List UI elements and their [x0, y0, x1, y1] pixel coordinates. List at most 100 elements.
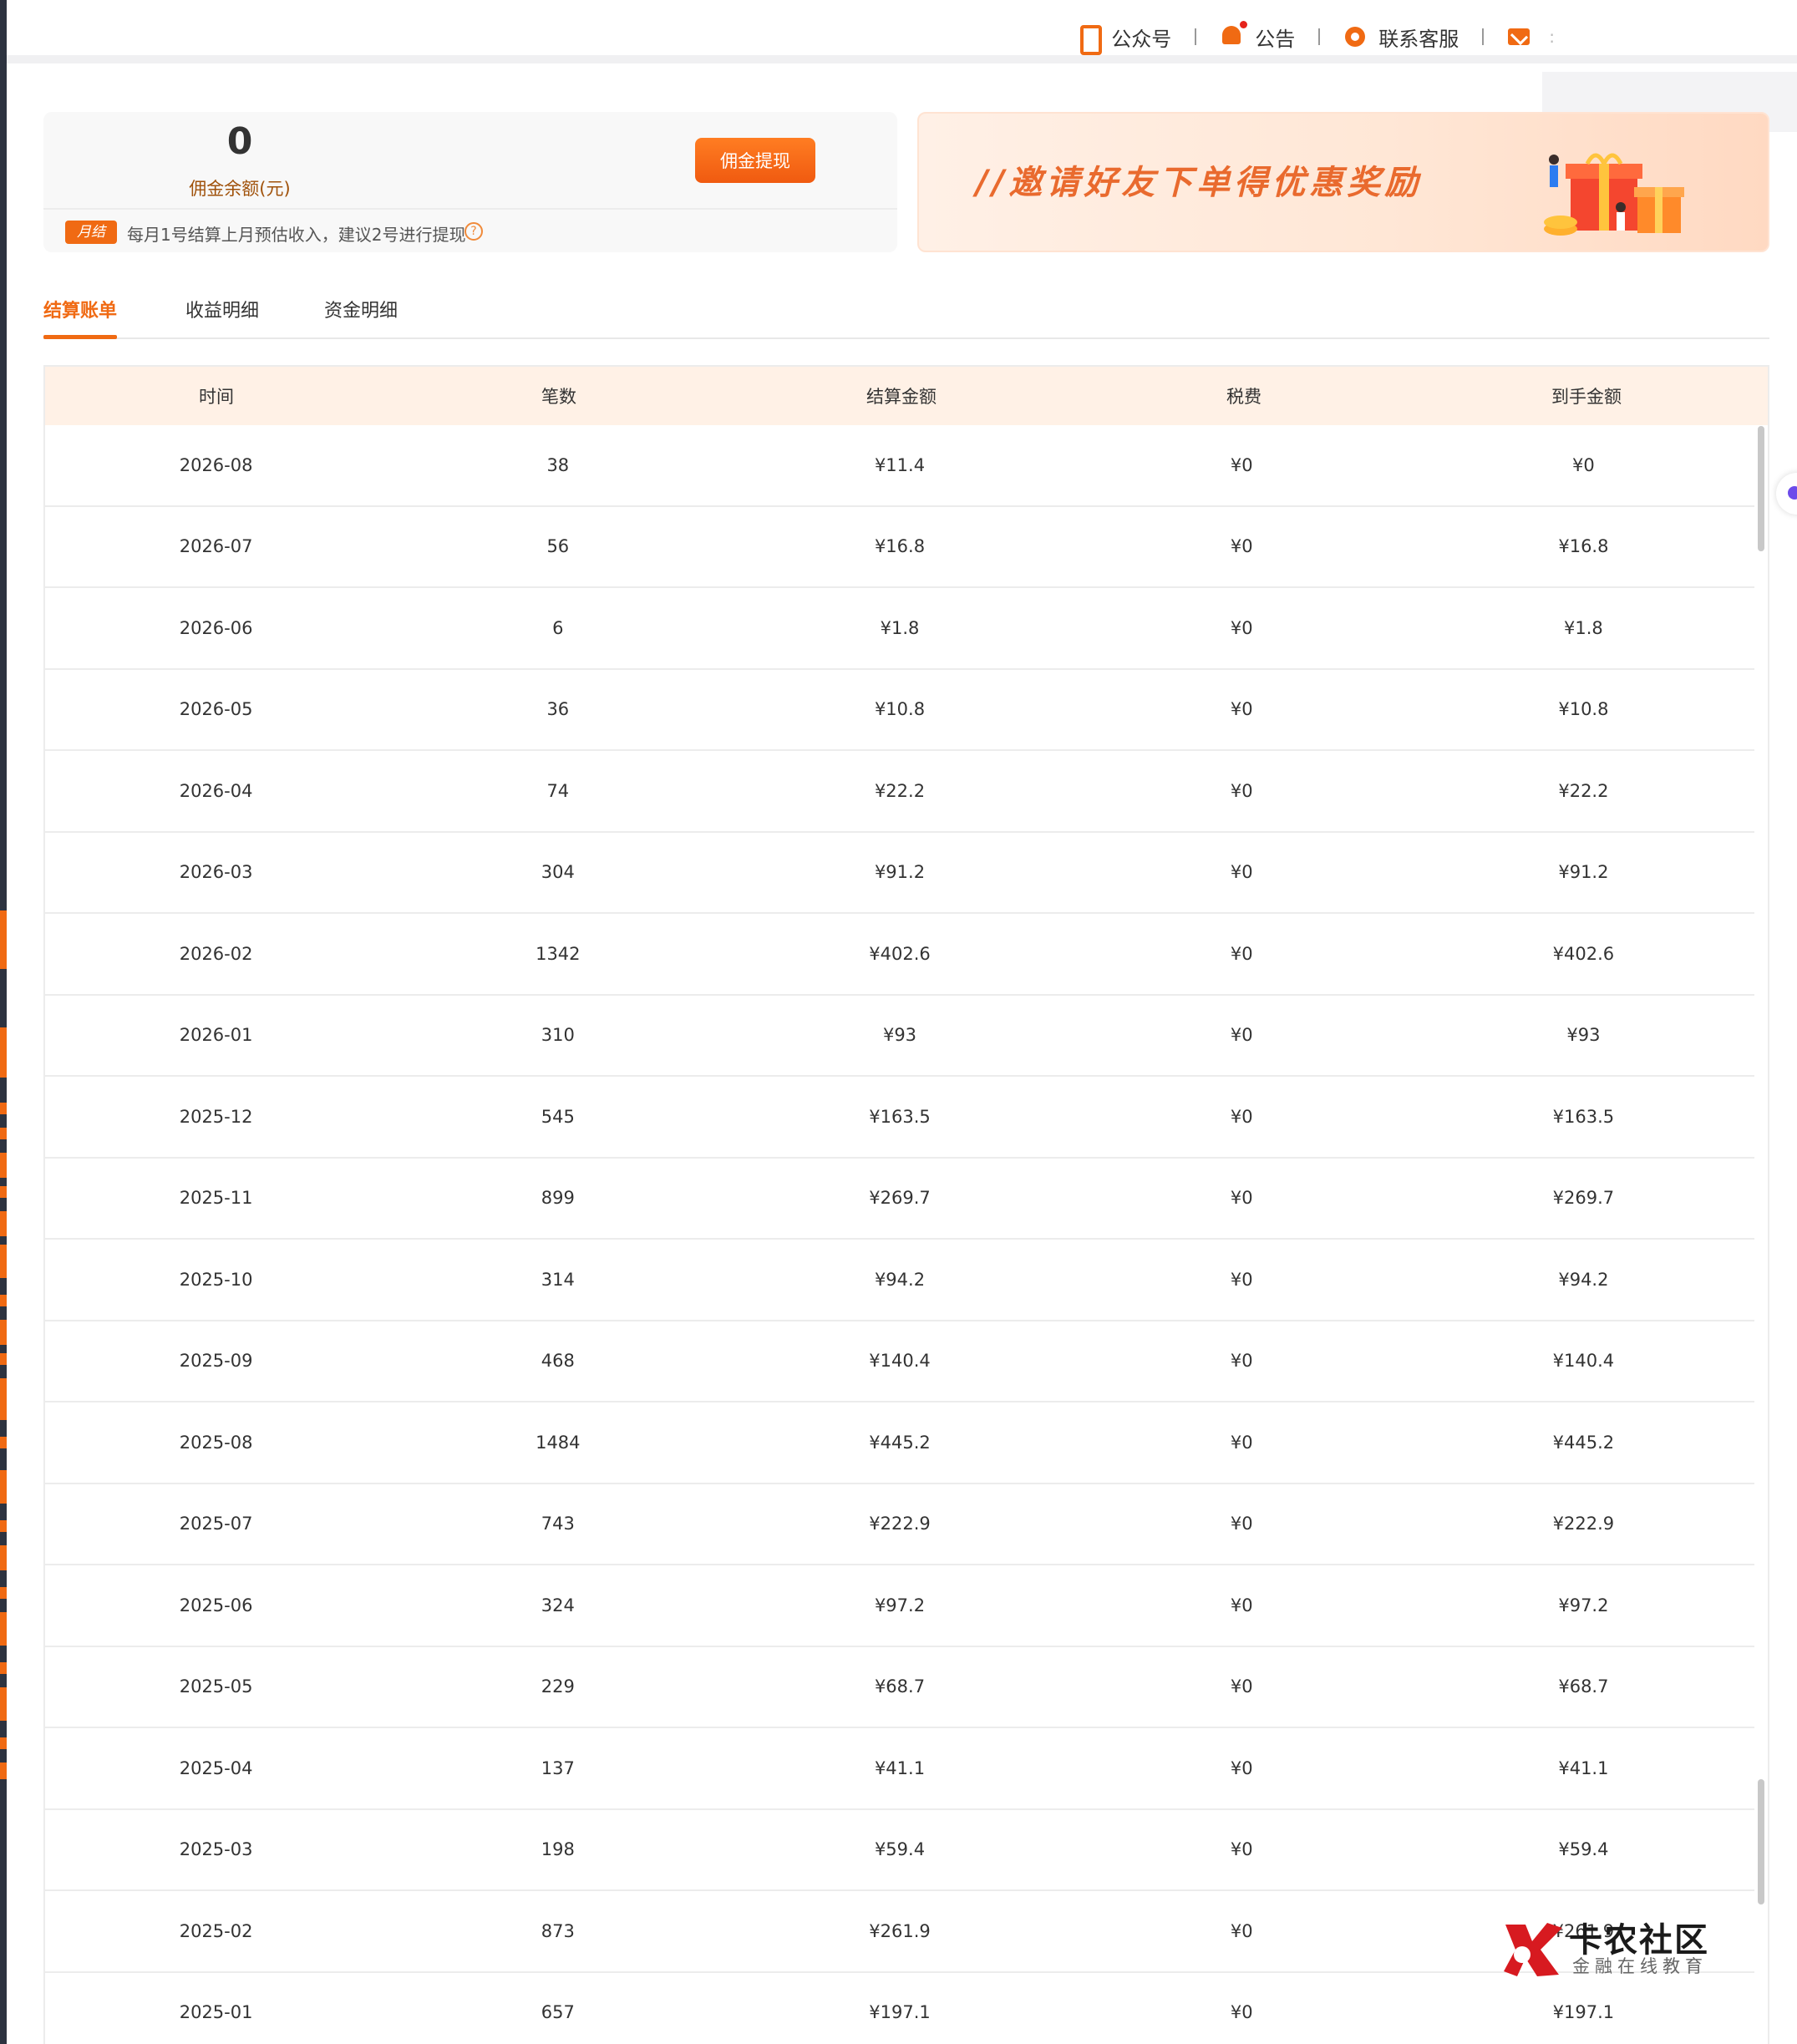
- header-tax: 税费: [1226, 387, 1261, 407]
- cell-time: 2025-04: [179, 1757, 253, 1778]
- gift-illustration-icon: [1544, 153, 1684, 236]
- table-row: 2025-08 1484 ¥445.2 ¥0 ¥445.2: [45, 1402, 1754, 1484]
- cell-count: 1484: [536, 1432, 581, 1453]
- monthly-settlement-tag: 月结: [65, 221, 117, 244]
- nav-customer-service[interactable]: 联系客服: [1343, 23, 1459, 52]
- cell-net-amount: ¥1.8: [1564, 617, 1603, 638]
- cell-time: 2025-09: [179, 1351, 253, 1372]
- cell-time: 2025-05: [179, 1676, 253, 1697]
- cell-tax: ¥0: [1230, 1920, 1253, 1941]
- cell-tax: ¥0: [1230, 699, 1253, 720]
- card-divider: [43, 208, 897, 210]
- tab-earnings-detail[interactable]: 收益明细: [185, 296, 259, 337]
- nav-official-account-label: 公众号: [1111, 27, 1172, 51]
- floating-assistant-icon[interactable]: [1776, 473, 1797, 515]
- cell-time: 2026-07: [179, 536, 253, 557]
- watermark-logo: 卡农社区 金融在线教育: [1500, 1913, 1718, 1980]
- cell-count: 310: [541, 1025, 575, 1046]
- bell-icon: [1220, 21, 1248, 49]
- phone-icon: [1076, 24, 1103, 55]
- cell-net-amount: ¥445.2: [1552, 1432, 1615, 1453]
- cell-net-amount: ¥91.2: [1558, 862, 1609, 883]
- tab-bar: 结算账单 收益明细 资金明细: [43, 292, 1769, 339]
- cell-tax: ¥0: [1230, 1595, 1253, 1615]
- cell-count: 314: [541, 1269, 575, 1290]
- table-row: 2026-07 56 ¥16.8 ¥0 ¥16.8: [45, 507, 1754, 588]
- top-bar: 公众号 公告 联系客服 :: [7, 0, 1797, 63]
- table-row: 2026-03 304 ¥91.2 ¥0 ¥91.2: [45, 833, 1754, 914]
- scrollbar-thumb[interactable]: [1758, 426, 1764, 551]
- cell-time: 2025-07: [179, 1514, 253, 1534]
- cell-net-amount: ¥94.2: [1558, 1269, 1609, 1290]
- cell-net-amount: ¥97.2: [1558, 1595, 1609, 1615]
- nav-trailing: :: [1549, 27, 1555, 47]
- table-row: 2025-05 229 ¥68.7 ¥0 ¥68.7: [45, 1647, 1754, 1728]
- cell-tax: ¥0: [1230, 1676, 1253, 1697]
- nav-customer-service-label: 联系客服: [1378, 27, 1459, 51]
- tab-funds-detail[interactable]: 资金明细: [324, 296, 398, 337]
- cell-time: 2025-02: [179, 1920, 253, 1941]
- cell-count: 229: [541, 1676, 575, 1697]
- nav-official-account[interactable]: 公众号: [1076, 23, 1172, 55]
- page: 公众号 公告 联系客服 : 0 佣金余额(元) 佣金提现 月结 每月1号结算上月…: [0, 0, 1797, 2044]
- cell-settled-amount: ¥269.7: [869, 1188, 931, 1209]
- table-row: 2026-02 1342 ¥402.6 ¥0 ¥402.6: [45, 914, 1754, 996]
- table-row: 2026-04 74 ¥22.2 ¥0 ¥22.2: [45, 751, 1754, 833]
- invite-promo-banner[interactable]: //邀请好友下单得优惠奖励: [917, 112, 1769, 252]
- cell-count: 137: [541, 1757, 575, 1778]
- cell-settled-amount: ¥97.2: [874, 1595, 926, 1615]
- cell-settled-amount: ¥10.8: [874, 699, 926, 720]
- cell-net-amount: ¥269.7: [1552, 1188, 1615, 1209]
- cell-settled-amount: ¥93: [882, 1025, 917, 1046]
- cell-time: 2026-04: [179, 780, 253, 801]
- top-nav: 公众号 公告 联系客服 :: [1076, 20, 1555, 55]
- nav-announcement[interactable]: 公告: [1220, 21, 1295, 52]
- cell-settled-amount: ¥22.2: [874, 780, 926, 801]
- help-icon[interactable]: ?: [464, 222, 483, 241]
- cell-net-amount: ¥22.2: [1558, 780, 1609, 801]
- cell-tax: ¥0: [1230, 1514, 1253, 1534]
- table-row: 2026-06 6 ¥1.8 ¥0 ¥1.8: [45, 588, 1754, 670]
- table-header: 时间 笔数 结算金额 税费 到手金额: [45, 367, 1768, 425]
- cell-settled-amount: ¥222.9: [869, 1514, 931, 1534]
- table-row: 2025-02 873 ¥261.9 ¥0 ¥261.9: [45, 1891, 1754, 1973]
- cell-count: 38: [546, 454, 570, 475]
- header-settled-amount: 结算金额: [866, 387, 937, 407]
- cell-count: 304: [541, 862, 575, 883]
- promo-text: //邀请好友下单得优惠奖励: [976, 164, 1423, 202]
- cell-count: 6: [552, 617, 564, 638]
- cell-settled-amount: ¥11.4: [874, 454, 926, 475]
- cell-tax: ¥0: [1230, 862, 1253, 883]
- mail-icon: [1507, 24, 1530, 49]
- nav-mail[interactable]: [1507, 24, 1542, 49]
- commission-balance-label: 佣金余额(元): [189, 179, 291, 199]
- cell-settled-amount: ¥197.1: [869, 2002, 931, 2023]
- cell-time: 2025-12: [179, 1106, 253, 1127]
- cell-count: 657: [541, 2002, 575, 2023]
- cell-tax: ¥0: [1230, 536, 1253, 557]
- settlement-table: 时间 笔数 结算金额 税费 到手金额 2026-08 38 ¥11.4 ¥0 ¥0 202…: [43, 365, 1769, 2044]
- cell-time: 2026-02: [179, 943, 253, 964]
- cell-count: 468: [541, 1351, 575, 1372]
- cell-settled-amount: ¥1.8: [880, 617, 920, 638]
- scrollbar-thumb[interactable]: [1758, 1779, 1764, 1905]
- cell-time: 2026-08: [179, 454, 253, 475]
- cell-net-amount: ¥16.8: [1558, 536, 1609, 557]
- cell-net-amount: ¥140.4: [1552, 1351, 1615, 1372]
- cell-net-amount: ¥402.6: [1552, 943, 1615, 964]
- header-count: 笔数: [541, 387, 576, 407]
- tab-settlement-bill[interactable]: 结算账单: [43, 296, 118, 339]
- cell-net-amount: ¥10.8: [1558, 699, 1609, 720]
- withdraw-button[interactable]: 佣金提现: [695, 138, 815, 183]
- table-row: 2026-08 38 ¥11.4 ¥0 ¥0: [45, 425, 1754, 507]
- table-row: 2025-03 198 ¥59.4 ¥0 ¥59.4: [45, 1810, 1754, 1891]
- cell-tax: ¥0: [1230, 1757, 1253, 1778]
- cell-settled-amount: ¥41.1: [874, 1757, 926, 1778]
- cell-tax: ¥0: [1230, 1106, 1253, 1127]
- watermark-logo-icon: [1504, 1923, 1562, 1976]
- table-row: 2025-04 137 ¥41.1 ¥0 ¥41.1: [45, 1728, 1754, 1810]
- cell-settled-amount: ¥140.4: [869, 1351, 931, 1372]
- cell-settled-amount: ¥16.8: [874, 536, 926, 557]
- cell-tax: ¥0: [1230, 943, 1253, 964]
- cell-tax: ¥0: [1230, 1025, 1253, 1046]
